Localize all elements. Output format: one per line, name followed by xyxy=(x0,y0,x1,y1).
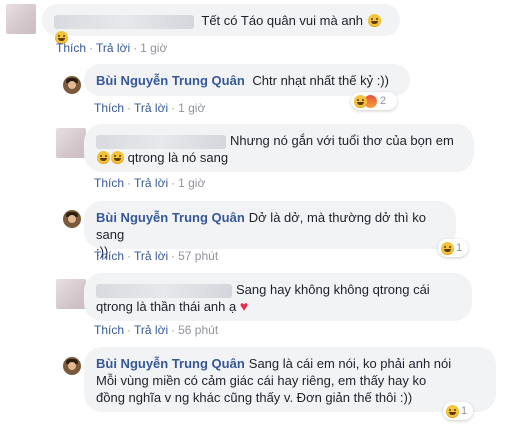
comment-bubble: Sang hay không không qtrong cái qtrong l… xyxy=(84,273,472,321)
reply-link[interactable]: Trả lời xyxy=(134,323,168,337)
laughing-emoji-icon xyxy=(367,14,381,27)
comment-actions: Thích · Trả lời · 1 giờ xyxy=(56,41,168,55)
like-link[interactable]: Thích xyxy=(94,249,124,263)
avatar[interactable] xyxy=(63,357,81,375)
avatar[interactable] xyxy=(63,210,81,228)
comment-actions: Thích · Trả lời · 57 phút xyxy=(94,249,219,263)
blurred-author-name[interactable] xyxy=(96,134,226,149)
comment-actions: Thích · Trả lời · 1 giờ xyxy=(94,101,206,115)
reply-link[interactable]: Trả lời xyxy=(134,101,168,115)
timestamp[interactable]: 57 phút xyxy=(178,249,218,263)
comment-text-line-2: Mỗi vùng miền có cảm giác cái hay riêng,… xyxy=(96,373,427,388)
author-name[interactable]: Bùi Nguyễn Trung Quân xyxy=(96,356,245,371)
reaction-summary[interactable]: 2 xyxy=(351,92,397,110)
avatar[interactable] xyxy=(6,4,36,34)
timestamp[interactable]: 1 giờ xyxy=(178,101,205,115)
author-name[interactable]: Bùi Nguyễn Trung Quân xyxy=(96,73,245,88)
laughing-reaction-icon xyxy=(354,94,367,108)
comment-bubble: Tết có Táo quân vui mà anh xyxy=(42,4,400,44)
reply-link[interactable]: Trả lời xyxy=(96,41,130,55)
avatar[interactable] xyxy=(63,76,81,94)
avatar[interactable] xyxy=(56,279,86,309)
comment-text-line-1: Sang hay không không qtrong cái xyxy=(236,282,430,297)
timestamp[interactable]: 1 giờ xyxy=(140,41,167,55)
comment-text-line-2: qtrong là nó sang xyxy=(127,150,229,165)
author-name[interactable]: Bùi Nguyễn Trung Quân xyxy=(96,210,245,225)
reaction-summary[interactable]: 1 xyxy=(438,239,468,257)
laughing-reaction-icon xyxy=(441,241,454,255)
timestamp[interactable]: 1 giờ xyxy=(178,176,205,190)
reaction-summary[interactable]: 1 xyxy=(443,402,473,420)
comment-text: Chtr nhạt nhất thế kỷ :)) xyxy=(252,73,389,88)
comment-bubble: Nhưng nó gắn với tuổi thơ của bọn em qtr… xyxy=(84,124,474,172)
laughing-reaction-icon xyxy=(446,404,459,418)
comment-bubble: Bùi Nguyễn Trung Quân Sang là cái em nói,… xyxy=(84,347,496,412)
like-link[interactable]: Thích xyxy=(94,323,124,337)
comment-text-line-1: Nhưng nó gắn với tuổi thơ của bọn em xyxy=(230,133,454,148)
reaction-count: 2 xyxy=(380,95,387,107)
laughing-emoji-icon xyxy=(111,151,124,164)
comment-text-line-3: đồng nghĩa v ng khác cũng thấy v. Đơn gi… xyxy=(96,390,413,405)
reaction-count: 1 xyxy=(461,405,468,417)
avatar[interactable] xyxy=(56,128,86,158)
comment-text-line-1: Sang là cái em nói, ko phải anh nói xyxy=(248,356,452,371)
blurred-author-name[interactable] xyxy=(96,283,232,298)
reply-link[interactable]: Trả lời xyxy=(134,176,168,190)
comment-bubble: Bùi Nguyễn Trung Quân Dở là dở, mà thường… xyxy=(84,201,456,259)
reply-link[interactable]: Trả lời xyxy=(134,249,168,263)
comment-text-line-2: qtrong là thần thái anh ạ xyxy=(96,299,237,314)
like-link[interactable]: Thích xyxy=(94,176,124,190)
reaction-count: 1 xyxy=(456,242,463,254)
like-link[interactable]: Thích xyxy=(56,41,86,55)
comment-actions: Thích · Trả lời · 56 phút xyxy=(94,323,219,337)
blurred-author-name[interactable] xyxy=(54,14,194,29)
like-link[interactable]: Thích xyxy=(94,101,124,115)
comment-text: Tết có Táo quân vui mà anh xyxy=(201,13,364,28)
laughing-emoji-icon xyxy=(97,151,110,164)
timestamp[interactable]: 56 phút xyxy=(178,323,218,337)
comment-actions: Thích · Trả lời · 1 giờ xyxy=(94,176,206,190)
heart-emoji-icon: ♥ xyxy=(239,298,249,314)
